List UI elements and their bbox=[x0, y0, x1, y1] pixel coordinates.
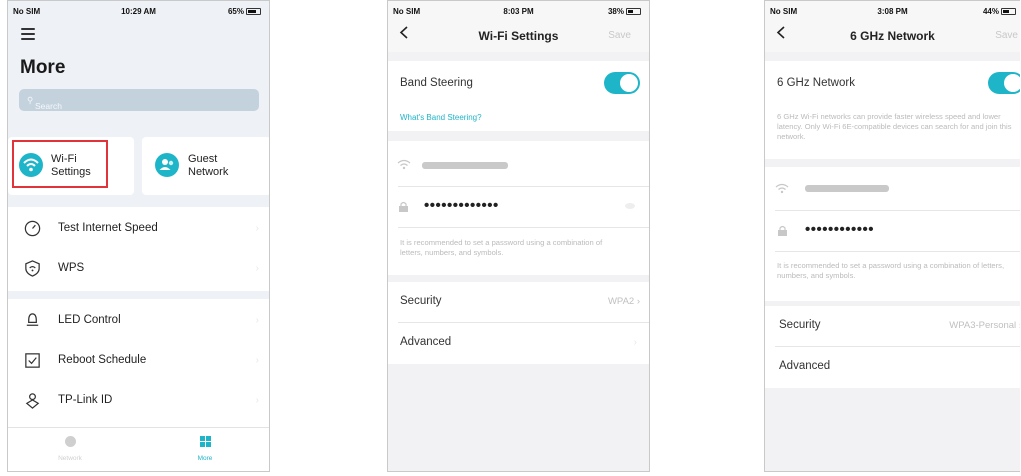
divider bbox=[775, 251, 1020, 252]
security-row[interactable]: Security WPA3-Personal › bbox=[765, 306, 1020, 346]
hamburger-menu-icon[interactable] bbox=[21, 28, 35, 40]
more-grid-icon bbox=[199, 434, 211, 447]
list-item-label: Test Internet Speed bbox=[58, 222, 158, 234]
advanced-label: Advanced bbox=[779, 360, 831, 372]
band-steering-label: Band Steering bbox=[400, 77, 473, 89]
led-lamp-icon bbox=[26, 313, 39, 326]
divider bbox=[398, 227, 649, 228]
page-title: More bbox=[20, 57, 66, 78]
password-hint: It is recommended to set a password usin… bbox=[400, 238, 603, 257]
advanced-row[interactable]: Advanced bbox=[765, 347, 1020, 387]
security-label: Security bbox=[400, 295, 442, 307]
speedometer-icon bbox=[24, 220, 41, 237]
battery-percent: 44% bbox=[982, 7, 999, 16]
page-title: 6 GHz Network bbox=[850, 29, 935, 43]
status-bar: No SIM 3:08 PM 44% bbox=[765, 7, 1020, 21]
tab-more-label: More bbox=[197, 455, 213, 462]
band-steering-toggle[interactable] bbox=[604, 72, 640, 94]
chevron-right-icon: › bbox=[633, 337, 637, 348]
status-bar: No SIM 8:03 PM 38% bbox=[388, 7, 649, 21]
battery-percent: 65% bbox=[227, 7, 244, 16]
list-item-test-internet-speed[interactable]: Test Internet Speed › bbox=[8, 209, 269, 249]
tile-guest-label: Guest Network bbox=[188, 153, 229, 178]
show-password-eye-icon[interactable] bbox=[625, 203, 635, 209]
wifi-ssid-icon bbox=[397, 159, 411, 170]
tab-network-label: Network bbox=[58, 455, 82, 462]
battery-icon bbox=[1001, 8, 1016, 16]
wifi-settings-screen: No SIM 8:03 PM 38% Wi-Fi Settings Save B… bbox=[387, 0, 650, 472]
battery-icon bbox=[246, 8, 261, 16]
ghz6-toggle-label: 6 GHz Network bbox=[777, 77, 855, 89]
security-value: WPA3-Personal › bbox=[949, 320, 1020, 331]
status-bar: No SIM 10:29 AM 65% bbox=[8, 7, 269, 21]
security-advanced-card: Security WPA3-Personal › Advanced bbox=[765, 306, 1020, 388]
wps-shield-icon bbox=[25, 260, 40, 277]
ghz6-network-screen: No SIM 3:08 PM 44% 6 GHz Network Save 6 … bbox=[764, 0, 1020, 472]
wifi-ssid-icon bbox=[775, 183, 789, 194]
nav-bar: 6 GHz Network Save bbox=[765, 23, 1020, 49]
list-item-reboot-schedule[interactable]: Reboot Schedule › bbox=[8, 341, 269, 381]
list-group-1: Test Internet Speed › WPS › bbox=[8, 207, 269, 291]
advanced-label: Advanced bbox=[400, 336, 452, 348]
battery-icon bbox=[626, 8, 641, 16]
chevron-right-icon: › bbox=[255, 223, 259, 234]
security-row[interactable]: Security WPA2 › bbox=[388, 282, 649, 322]
list-item-label: Reboot Schedule bbox=[58, 354, 147, 366]
chevron-right-icon: › bbox=[255, 395, 259, 406]
chevron-right-icon: › bbox=[255, 315, 259, 326]
ssid-field-blurred[interactable] bbox=[422, 162, 508, 169]
password-field[interactable]: ••••••••••••• bbox=[424, 197, 499, 214]
more-screen: No SIM 10:29 AM 65% More ⚲ Search Wi-Fi S… bbox=[7, 0, 270, 472]
lock-icon bbox=[778, 225, 787, 236]
ssid-field-blurred[interactable] bbox=[805, 185, 889, 192]
password-hint: It is recommended to set a password usin… bbox=[777, 261, 1005, 280]
tplink-id-icon bbox=[25, 393, 40, 409]
chevron-right-icon: › bbox=[255, 263, 259, 274]
save-button[interactable]: Save bbox=[608, 30, 631, 41]
save-button[interactable]: Save bbox=[995, 30, 1018, 41]
security-value: WPA2 › bbox=[607, 296, 640, 307]
list-item-label: WPS bbox=[58, 262, 85, 274]
tab-network[interactable]: Network bbox=[40, 434, 100, 462]
wifi-icon bbox=[19, 153, 43, 177]
battery-percent: 38% bbox=[607, 7, 624, 16]
network-tab-icon bbox=[64, 436, 76, 447]
security-label: Security bbox=[779, 319, 821, 331]
chevron-right-icon: › bbox=[255, 355, 259, 366]
network-credentials-card: •••••••••••• It is recommended to set a … bbox=[765, 167, 1020, 301]
lock-icon bbox=[399, 201, 408, 212]
guest-users-icon bbox=[155, 153, 179, 177]
tile-wifi-settings[interactable]: Wi-Fi Settings bbox=[8, 137, 134, 195]
battery-indicator: 38% bbox=[608, 7, 641, 16]
list-item-label: LED Control bbox=[58, 314, 121, 326]
list-group-2: LED Control › Reboot Schedule › TP-Link … bbox=[8, 299, 269, 439]
nav-bar: Wi-Fi Settings Save bbox=[388, 23, 649, 49]
list-item-led-control[interactable]: LED Control › bbox=[8, 301, 269, 341]
advanced-row[interactable]: Advanced › bbox=[388, 323, 649, 363]
list-item-tplink-id[interactable]: TP-Link ID › bbox=[8, 381, 269, 421]
battery-indicator: 65% bbox=[228, 7, 261, 16]
list-item-label: TP-Link ID bbox=[58, 394, 113, 406]
divider bbox=[398, 186, 649, 187]
clock: 3:08 PM bbox=[877, 7, 908, 16]
search-input[interactable]: ⚲ Search bbox=[19, 89, 259, 111]
band-steering-card: Band Steering What's Band Steering? bbox=[388, 61, 649, 131]
tile-guest-network[interactable]: Guest Network bbox=[142, 137, 269, 195]
tile-wifi-label: Wi-Fi Settings bbox=[51, 153, 91, 178]
tab-bar: Network More bbox=[8, 427, 269, 471]
reboot-calendar-icon bbox=[25, 353, 40, 368]
tab-more[interactable]: More bbox=[175, 434, 235, 462]
password-field[interactable]: •••••••••••• bbox=[805, 221, 874, 238]
band-steering-help-link[interactable]: What's Band Steering? bbox=[400, 113, 482, 122]
ghz6-description: 6 GHz Wi-Fi networks can provide faster … bbox=[777, 112, 1012, 141]
ghz6-toggle-card: 6 GHz Network 6 GHz Wi-Fi networks can p… bbox=[765, 61, 1020, 159]
divider bbox=[775, 210, 1020, 211]
battery-indicator: 44% bbox=[983, 7, 1016, 16]
ghz6-toggle[interactable] bbox=[988, 72, 1020, 94]
network-credentials-card: ••••••••••••• It is recommended to set a… bbox=[388, 141, 649, 275]
list-item-wps[interactable]: WPS › bbox=[8, 249, 269, 289]
search-placeholder: ⚲ Search bbox=[27, 95, 62, 111]
security-advanced-card: Security WPA2 › Advanced › bbox=[388, 282, 649, 364]
